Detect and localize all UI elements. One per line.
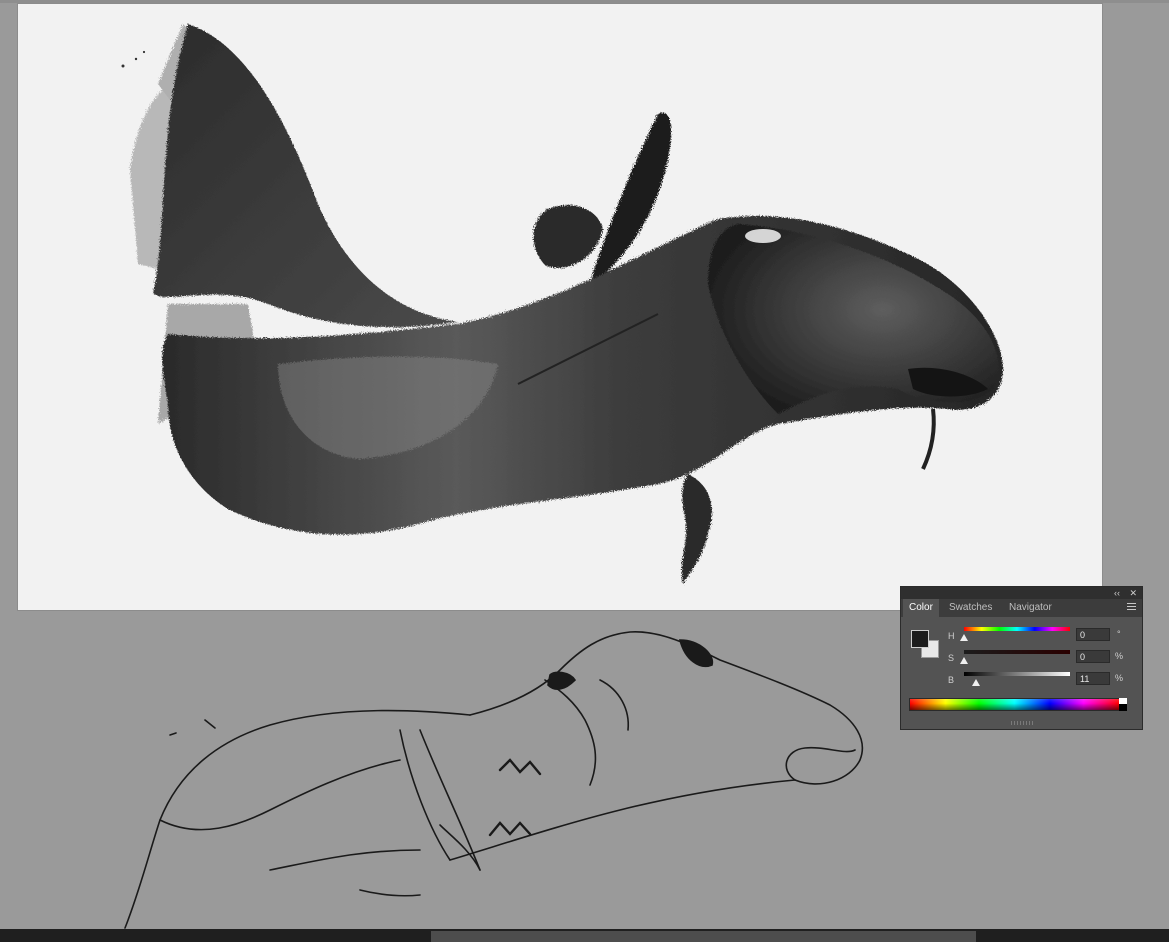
panel-menu-icon[interactable] <box>1127 603 1136 611</box>
color-panel: ‹‹ ✕ Color Swatches Navigator H 0 ° S 0 … <box>900 586 1143 730</box>
hue-slider[interactable] <box>964 627 1070 631</box>
tab-swatches[interactable]: Swatches <box>943 599 998 617</box>
panel-resize-grip[interactable] <box>1011 721 1033 725</box>
hue-label: H <box>948 631 955 641</box>
scrollbar-thumb[interactable] <box>431 931 977 942</box>
color-spectrum-ramp[interactable] <box>909 698 1120 711</box>
saturation-value-field[interactable]: 0 <box>1076 650 1110 663</box>
close-icon[interactable]: ✕ <box>1129 587 1137 599</box>
brightness-value-field[interactable]: 11 <box>1076 672 1110 685</box>
horizontal-scrollbar[interactable] <box>0 929 1169 942</box>
double-chevron-left-icon[interactable]: ‹‹ <box>1114 587 1120 599</box>
line-sketch <box>124 631 864 929</box>
saturation-unit: % <box>1115 651 1124 661</box>
saturation-slider[interactable] <box>964 650 1070 654</box>
document-canvas[interactable] <box>18 4 1102 610</box>
tab-navigator[interactable]: Navigator <box>1003 599 1058 617</box>
tab-color[interactable]: Color <box>903 599 939 617</box>
hue-value-field[interactable]: 0 <box>1076 628 1110 641</box>
foreground-color-swatch[interactable] <box>911 630 929 648</box>
brightness-label: B <box>948 675 955 685</box>
painting-artwork <box>121 24 1003 584</box>
saturation-label: S <box>948 653 955 663</box>
saturation-slider-thumb[interactable] <box>960 657 968 664</box>
panel-tab-bar: Color Swatches Navigator <box>901 599 1142 617</box>
workspace-top-edge <box>0 0 1169 3</box>
panel-title-bar[interactable]: ‹‹ ✕ <box>901 587 1142 599</box>
brightness-slider-thumb[interactable] <box>971 679 980 686</box>
brightness-unit: % <box>1115 673 1124 683</box>
black-white-ramp[interactable] <box>1119 698 1127 711</box>
hue-unit: ° <box>1117 629 1121 639</box>
brightness-slider[interactable] <box>964 672 1070 676</box>
hue-slider-thumb[interactable] <box>960 634 968 641</box>
